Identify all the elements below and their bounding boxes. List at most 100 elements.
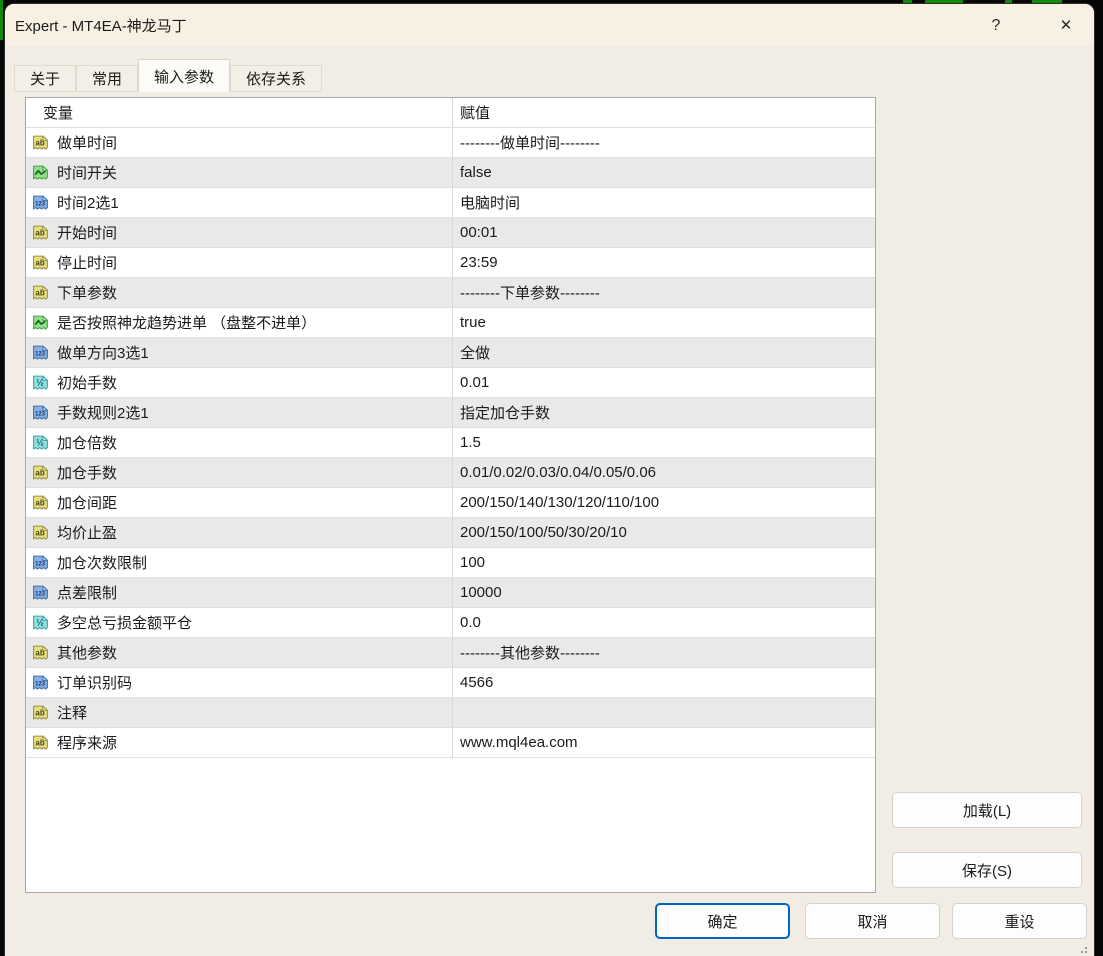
- int-param-icon: 123: [32, 554, 49, 571]
- help-icon[interactable]: ?: [976, 10, 1016, 40]
- param-name: 加仓倍数: [57, 432, 117, 453]
- param-name: 订单识别码: [57, 672, 132, 693]
- svg-text:ab: ab: [35, 229, 44, 238]
- background-chart-artifact: [1032, 0, 1062, 3]
- double-param-icon: ½: [32, 614, 49, 631]
- param-value[interactable]: --------下单参数--------: [452, 278, 875, 307]
- param-name: 注释: [57, 702, 87, 723]
- param-value[interactable]: 电脑时间: [452, 188, 875, 217]
- param-value[interactable]: 10000: [452, 578, 875, 607]
- param-value[interactable]: 0.01/0.02/0.03/0.04/0.05/0.06: [452, 458, 875, 487]
- int-param-icon: 123: [32, 674, 49, 691]
- param-name: 点差限制: [57, 582, 117, 603]
- param-value[interactable]: 200/150/100/50/30/20/10: [452, 518, 875, 547]
- param-value[interactable]: 200/150/140/130/120/110/100: [452, 488, 875, 517]
- reset-button[interactable]: 重设: [952, 903, 1087, 939]
- svg-text:123: 123: [35, 412, 46, 418]
- resize-grip-icon[interactable]: [1075, 941, 1088, 954]
- string-param-icon: ab: [32, 254, 49, 271]
- ok-button[interactable]: 确定: [655, 903, 790, 939]
- param-value[interactable]: 全做: [452, 338, 875, 367]
- table-row[interactable]: ½ 加仓倍数 1.5: [26, 428, 875, 458]
- window-title: Expert - MT4EA-神龙马丁: [15, 15, 187, 36]
- svg-text:123: 123: [35, 202, 46, 208]
- table-row[interactable]: 123 订单识别码 4566: [26, 668, 875, 698]
- load-button[interactable]: 加载(L): [892, 792, 1082, 828]
- param-value[interactable]: 100: [452, 548, 875, 577]
- table-row[interactable]: 123 手数规则2选1 指定加仓手数: [26, 398, 875, 428]
- param-value[interactable]: 指定加仓手数: [452, 398, 875, 427]
- svg-text:ab: ab: [35, 649, 44, 658]
- titlebar[interactable]: Expert - MT4EA-神龙马丁 ? ✕: [5, 4, 1094, 46]
- close-icon[interactable]: ✕: [1046, 10, 1086, 40]
- param-name: 时间开关: [57, 162, 117, 183]
- svg-text:ab: ab: [35, 529, 44, 538]
- bool-param-icon: [32, 314, 49, 331]
- param-name: 加仓手数: [57, 462, 117, 483]
- param-value[interactable]: 0.0: [452, 608, 875, 637]
- table-row[interactable]: ab 加仓手数 0.01/0.02/0.03/0.04/0.05/0.06: [26, 458, 875, 488]
- double-param-icon: ½: [32, 374, 49, 391]
- param-name: 做单方向3选1: [57, 342, 149, 363]
- param-name: 是否按照神龙趋势进单 （盘整不进单）: [57, 312, 316, 333]
- param-value[interactable]: false: [452, 158, 875, 187]
- svg-text:ab: ab: [35, 709, 44, 718]
- table-row[interactable]: 时间开关 false: [26, 158, 875, 188]
- column-header-variable: 变量: [26, 98, 452, 127]
- svg-text:ab: ab: [35, 499, 44, 508]
- table-row[interactable]: ½ 多空总亏损金额平仓 0.0: [26, 608, 875, 638]
- param-value[interactable]: --------其他参数--------: [452, 638, 875, 667]
- table-row[interactable]: 123 加仓次数限制 100: [26, 548, 875, 578]
- table-row[interactable]: 123 做单方向3选1 全做: [26, 338, 875, 368]
- table-row[interactable]: ab 注释: [26, 698, 875, 728]
- param-value[interactable]: 1.5: [452, 428, 875, 457]
- param-value[interactable]: 00:01: [452, 218, 875, 247]
- svg-text:123: 123: [35, 682, 46, 688]
- string-param-icon: ab: [32, 224, 49, 241]
- svg-text:123: 123: [35, 562, 46, 568]
- table-row[interactable]: ab 其他参数 --------其他参数--------: [26, 638, 875, 668]
- table-row[interactable]: ab 下单参数 --------下单参数--------: [26, 278, 875, 308]
- table-row[interactable]: 是否按照神龙趋势进单 （盘整不进单） true: [26, 308, 875, 338]
- param-value[interactable]: www.mql4ea.com: [452, 728, 875, 757]
- table-row[interactable]: ab 停止时间 23:59: [26, 248, 875, 278]
- table-row[interactable]: ab 开始时间 00:01: [26, 218, 875, 248]
- param-name: 手数规则2选1: [57, 402, 149, 423]
- param-name: 下单参数: [57, 282, 117, 303]
- cancel-button[interactable]: 取消: [805, 903, 940, 939]
- tab-common[interactable]: 常用: [76, 65, 138, 92]
- tab-inputs[interactable]: 输入参数: [138, 59, 230, 92]
- table-row[interactable]: 123 时间2选1 电脑时间: [26, 188, 875, 218]
- table-row[interactable]: 123 点差限制 10000: [26, 578, 875, 608]
- table-row[interactable]: ab 加仓间距 200/150/140/130/120/110/100: [26, 488, 875, 518]
- param-value[interactable]: 0.01: [452, 368, 875, 397]
- param-name: 停止时间: [57, 252, 117, 273]
- param-value[interactable]: --------做单时间--------: [452, 128, 875, 157]
- param-name: 均价止盈: [57, 522, 117, 543]
- param-name: 做单时间: [57, 132, 117, 153]
- tab-dependencies[interactable]: 依存关系: [230, 65, 322, 92]
- svg-text:123: 123: [35, 592, 46, 598]
- param-name: 加仓次数限制: [57, 552, 147, 573]
- tab-about[interactable]: 关于: [14, 65, 76, 92]
- int-param-icon: 123: [32, 404, 49, 421]
- param-value[interactable]: 4566: [452, 668, 875, 697]
- save-button[interactable]: 保存(S): [892, 852, 1082, 888]
- table-row[interactable]: ab 做单时间 --------做单时间--------: [26, 128, 875, 158]
- background-chart-artifact: [0, 0, 3, 40]
- string-param-icon: ab: [32, 644, 49, 661]
- svg-text:ab: ab: [35, 139, 44, 148]
- param-value[interactable]: [452, 698, 875, 727]
- background-chart-artifact: [925, 0, 963, 3]
- table-row[interactable]: ab 均价止盈 200/150/100/50/30/20/10: [26, 518, 875, 548]
- double-param-icon: ½: [32, 434, 49, 451]
- svg-text:ab: ab: [35, 739, 44, 748]
- param-value[interactable]: true: [452, 308, 875, 337]
- table-row[interactable]: ab 程序来源 www.mql4ea.com: [26, 728, 875, 758]
- param-value[interactable]: 23:59: [452, 248, 875, 277]
- string-param-icon: ab: [32, 524, 49, 541]
- parameters-table: 变量 赋值 ab 做单时间 --------做单时间-------- 时间开关 …: [25, 97, 876, 893]
- table-row[interactable]: ½ 初始手数 0.01: [26, 368, 875, 398]
- param-name: 初始手数: [57, 372, 117, 393]
- string-param-icon: ab: [32, 464, 49, 481]
